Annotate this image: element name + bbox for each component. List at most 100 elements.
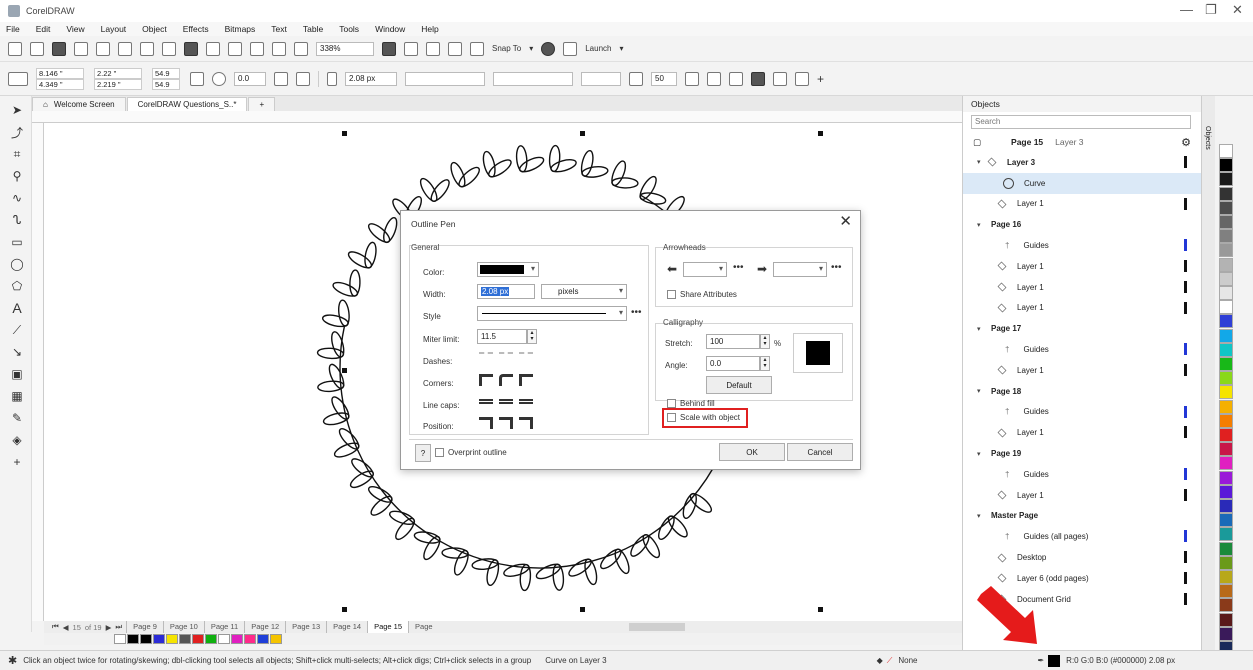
mirror-vertical-icon[interactable]: [296, 71, 310, 86]
export-icon[interactable]: [272, 41, 286, 56]
stretch-spinner[interactable]: ▴ ▾: [760, 334, 770, 349]
publish-pdf-icon[interactable]: [294, 41, 308, 56]
width-input[interactable]: 2.22 ": [94, 67, 142, 79]
palette-swatch[interactable]: [1219, 300, 1233, 315]
help-button[interactable]: ?: [415, 444, 431, 462]
objects-docker-tab[interactable]: Objects: [1204, 126, 1211, 150]
menu-bitmaps[interactable]: Bitmaps: [225, 24, 256, 34]
palette-swatch[interactable]: [1219, 513, 1233, 528]
scale-y-input[interactable]: 54.9: [152, 78, 180, 90]
page-tab[interactable]: Page 10: [162, 621, 204, 633]
dash-option-1-icon[interactable]: [479, 352, 493, 364]
palette-swatch[interactable]: [1219, 215, 1233, 229]
more-arrows-icon[interactable]: •••: [831, 262, 842, 273]
transparency-icon[interactable]: ▦: [9, 388, 25, 404]
show-guidelines-icon[interactable]: [448, 41, 462, 56]
color-swatch[interactable]: [257, 634, 269, 644]
rotation-angle-input[interactable]: 0.0: [234, 71, 266, 86]
centered-position-icon[interactable]: [499, 417, 513, 429]
start-arrowhead-dropdown[interactable]: [405, 71, 485, 86]
next-page-icon[interactable]: ▶: [106, 623, 112, 632]
interactive-fill-icon[interactable]: ◈: [9, 432, 25, 448]
menu-layout[interactable]: Layout: [101, 24, 127, 34]
dash-option-3-icon[interactable]: [519, 352, 533, 364]
stretch-input[interactable]: 100: [706, 334, 760, 349]
palette-swatch[interactable]: [1219, 357, 1233, 371]
chevron-down-icon[interactable]: ▾: [529, 44, 533, 53]
palette-swatch[interactable]: [1219, 484, 1233, 499]
show-grid-icon[interactable]: [426, 41, 440, 56]
outline-width-dropdown[interactable]: 2.08 px: [345, 71, 397, 86]
zoom-tool-icon[interactable]: ⚲: [9, 168, 25, 184]
tree-node[interactable]: ▾ Layer 3: [963, 152, 1201, 173]
menu-effects[interactable]: Effects: [183, 24, 209, 34]
palette-swatch[interactable]: [1219, 229, 1233, 244]
behind-fill-checkbox[interactable]: [667, 399, 676, 408]
pick-tool-icon[interactable]: ➤: [9, 102, 25, 118]
previous-page-icon[interactable]: ◀: [63, 623, 69, 632]
page-tab-active[interactable]: Page 15: [367, 621, 409, 633]
restore-icon[interactable]: ❐: [1205, 2, 1217, 18]
align-nodes-icon[interactable]: [795, 71, 809, 86]
smoothing-icon[interactable]: [629, 71, 643, 86]
menu-text[interactable]: Text: [271, 24, 287, 34]
expand-arrow-icon[interactable]: ▾: [977, 512, 987, 520]
palette-swatch[interactable]: [1219, 172, 1233, 187]
palette-swatch[interactable]: [1219, 328, 1233, 343]
overprint-checkbox[interactable]: [435, 448, 444, 457]
line-style-dropdown[interactable]: [493, 71, 573, 86]
palette-swatch[interactable]: [1219, 442, 1233, 457]
y-position-input[interactable]: 4.349 ": [36, 78, 84, 90]
close-curve-icon[interactable]: [707, 71, 721, 86]
palette-swatch[interactable]: [1219, 385, 1233, 400]
paste-icon[interactable]: [184, 41, 198, 56]
print-icon[interactable]: [118, 41, 132, 56]
palette-swatch[interactable]: [1219, 555, 1233, 570]
plus-icon[interactable]: +: [9, 454, 25, 470]
share-attributes-checkbox[interactable]: [667, 290, 676, 299]
copy-icon[interactable]: [162, 41, 176, 56]
cloud-import-icon[interactable]: [74, 41, 88, 56]
page-tab[interactable]: Page 13: [285, 621, 326, 633]
tree-item[interactable]: † Guides: [963, 235, 1201, 256]
page-tab[interactable]: Page 9: [126, 621, 163, 633]
tree-item[interactable]: Layer 1: [963, 485, 1201, 506]
drop-shadow-icon[interactable]: ▣: [9, 366, 25, 382]
tree-item[interactable]: Layer 1: [963, 256, 1201, 277]
width-input[interactable]: 2.08 px: [477, 284, 535, 299]
cloud-export-icon[interactable]: [96, 41, 110, 56]
color-swatch[interactable]: [270, 634, 282, 644]
reduce-nodes-icon[interactable]: [773, 71, 787, 86]
butt-cap-icon[interactable]: [479, 399, 493, 404]
new-document-icon[interactable]: [8, 41, 22, 56]
import-icon[interactable]: [250, 41, 264, 56]
cut-icon[interactable]: [140, 41, 154, 56]
tree-node[interactable]: ▾ Page 19: [963, 443, 1201, 464]
outside-position-icon[interactable]: [479, 417, 493, 429]
ellipse-tool-icon[interactable]: ◯: [9, 256, 25, 272]
palette-swatch[interactable]: [1219, 144, 1233, 158]
palette-swatch[interactable]: [1219, 626, 1233, 641]
lock-ratio-icon[interactable]: [190, 71, 204, 86]
menu-file[interactable]: File: [6, 24, 20, 34]
color-dropdown[interactable]: [477, 262, 539, 277]
chevron-down-icon[interactable]: ▾: [619, 44, 623, 53]
palette-swatch[interactable]: [1219, 527, 1233, 542]
connector-tool-icon[interactable]: ↘: [9, 344, 25, 360]
palette-swatch[interactable]: [1219, 470, 1233, 485]
palette-swatch[interactable]: [1219, 342, 1233, 357]
snap-icon[interactable]: [470, 41, 484, 56]
nib-preview[interactable]: [793, 333, 843, 373]
tree-item[interactable]: Layer 1: [963, 277, 1201, 298]
full-screen-icon[interactable]: [382, 41, 396, 56]
palette-swatch[interactable]: [1219, 428, 1233, 442]
shape-icon[interactable]: [729, 71, 743, 86]
expand-arrow-icon[interactable]: ▾: [977, 387, 987, 395]
new-tab-icon[interactable]: +: [248, 97, 276, 111]
horizontal-scrollbar[interactable]: [628, 623, 685, 631]
menu-view[interactable]: View: [66, 24, 84, 34]
palette-swatch[interactable]: [1219, 371, 1233, 386]
smoothing-input[interactable]: 50: [651, 71, 677, 86]
snap-to-dropdown[interactable]: Snap To: [492, 44, 521, 53]
tree-node[interactable]: ▾ Master Page: [963, 506, 1201, 527]
